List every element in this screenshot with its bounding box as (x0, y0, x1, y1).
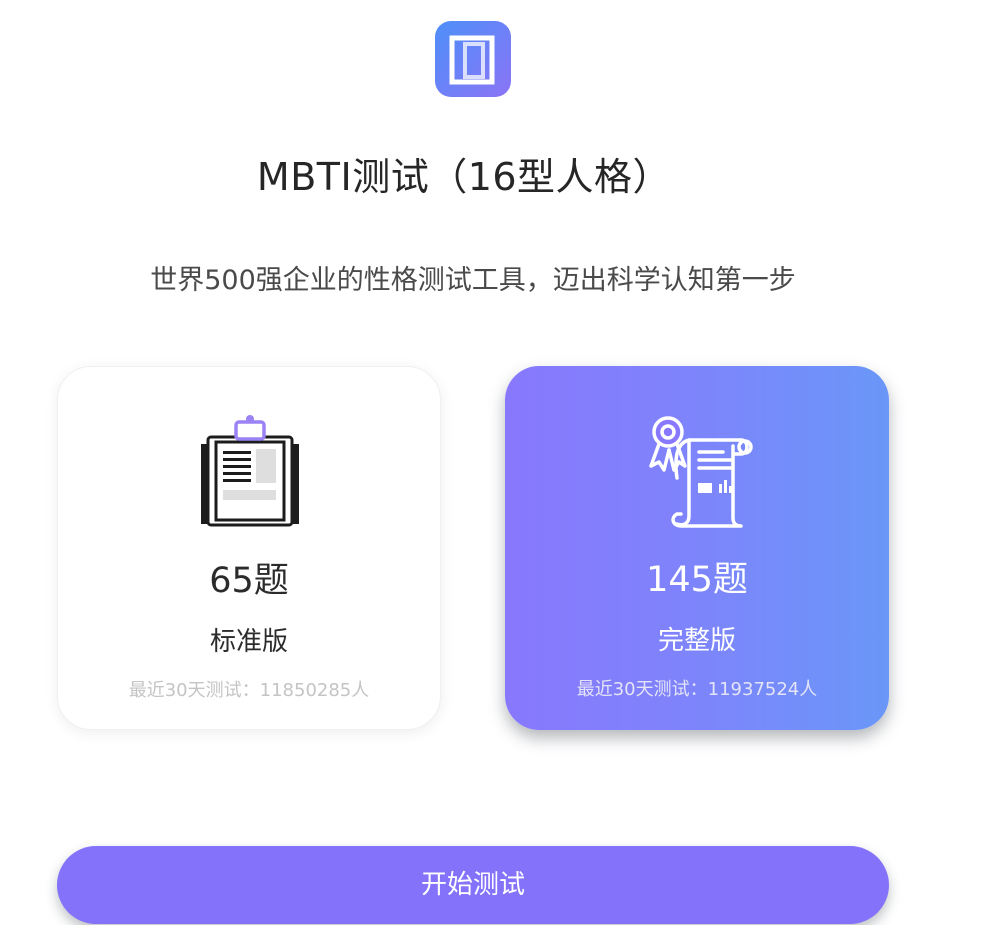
full-edition-card[interactable]: 145题 完整版 最近30天测试：11937524人 (505, 366, 889, 730)
question-count: 145题 (646, 560, 748, 600)
question-count: 65题 (209, 561, 289, 601)
book-frame-icon (435, 21, 511, 97)
edition-label: 完整版 (657, 626, 736, 656)
edition-label: 标准版 (209, 627, 288, 657)
certificate-scroll-icon (637, 410, 757, 530)
recent-test-stats: 最近30天测试：11850285人 (128, 680, 370, 701)
standard-edition-card[interactable]: 65题 标准版 最近30天测试：11850285人 (57, 366, 441, 730)
recent-test-stats: 最近30天测试：11937524人 (576, 679, 818, 700)
mbti-test-page: MBTI测试（16型人格） 世界500强企业的性格测试工具，迈出科学认知第一步 (0, 0, 999, 925)
page-title: MBTI测试（16型人格） (256, 155, 672, 199)
start-test-button[interactable]: 开始测试 (57, 846, 889, 924)
page-subtitle: 世界500强企业的性格测试工具，迈出科学认知第一步 (150, 265, 796, 296)
clipboard-icon (190, 411, 310, 531)
